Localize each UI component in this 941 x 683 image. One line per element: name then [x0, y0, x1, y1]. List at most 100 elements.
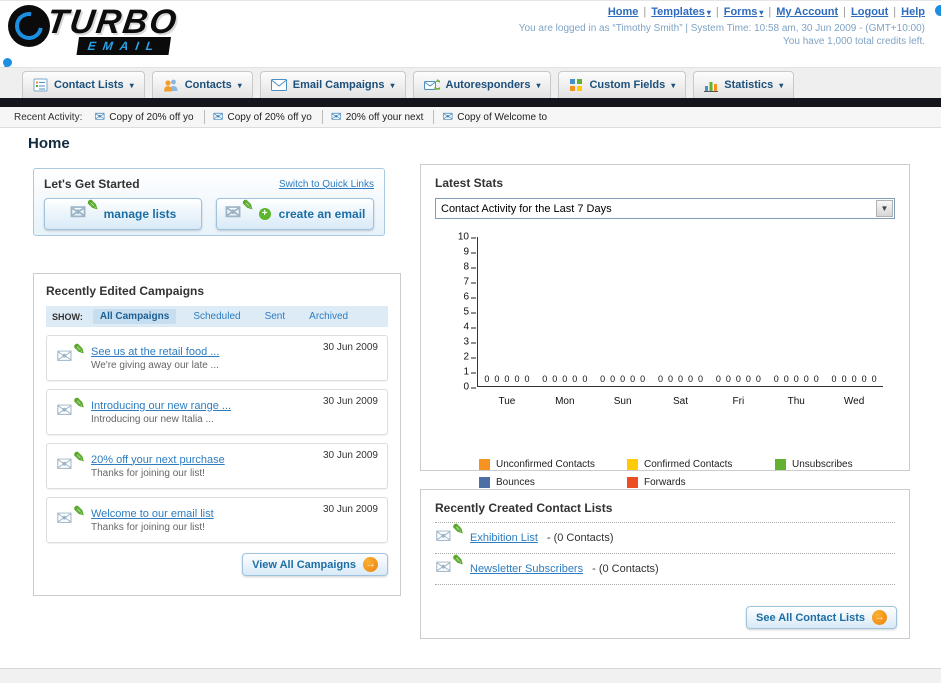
- tab-contact-lists[interactable]: Contact Lists ▾: [22, 71, 145, 98]
- recent-activity-item-label: Copy of Welcome to: [457, 111, 548, 123]
- tab-sent[interactable]: Sent: [258, 309, 293, 324]
- manage-lists-label: manage lists: [103, 207, 177, 221]
- chart-group: 0 0 0 0 0 Fri: [709, 237, 767, 407]
- chart-value: 0: [572, 374, 578, 384]
- tab-label: Custom Fields: [589, 79, 666, 91]
- main-nav-tabbar: Contact Lists ▾ Contacts ▾ Email Campaig…: [0, 67, 941, 98]
- chart-groups: 0 0 0 0 0 Tue 0 0 0 0 0 Mon 0 0 0 0 0 Sun 0 0 0 0 0 Sat 0 0 0 0 0 Fri…: [478, 237, 883, 407]
- nav-link-templates[interactable]: Templates ▾: [651, 6, 711, 18]
- campaign-title-link[interactable]: Welcome to our email list: [91, 508, 214, 520]
- envelope-icon: [331, 110, 342, 124]
- chart-value: 0: [803, 374, 809, 384]
- get-started-panel: Let's Get Started Switch to Quick Links …: [33, 168, 385, 236]
- switch-quick-links-link[interactable]: Switch to Quick Links: [279, 179, 374, 190]
- envelope-pencil-icon: [56, 503, 85, 531]
- chart-value: 0: [871, 374, 877, 384]
- contact-list-count: - (0 Contacts): [546, 532, 614, 544]
- contact-list-link[interactable]: Exhibition List: [470, 532, 538, 544]
- nav-link-home[interactable]: Home: [608, 6, 639, 18]
- nav-separator: |: [643, 6, 647, 18]
- envelope-icon: [442, 110, 453, 124]
- stats-period-select[interactable]: Contact Activity for the Last 7 Days ▼: [435, 198, 895, 219]
- nav-separator: |: [893, 6, 897, 18]
- campaign-title-link[interactable]: 20% off your next purchase: [91, 454, 225, 466]
- chart-value-labels: 00000: [825, 374, 883, 384]
- campaign-subtitle: Introducing our new Italia ...: [91, 413, 214, 425]
- legend-item: Unconfirmed Contacts: [479, 459, 627, 470]
- recent-activity-item[interactable]: Copy of 20% off yo: [94, 110, 205, 124]
- campaign-texts: 20% off your next purchase Thanks for jo…: [91, 454, 225, 479]
- credits-info-text: You have 1,000 total credits left.: [783, 36, 925, 47]
- nav-link-logout[interactable]: Logout: [851, 6, 888, 18]
- contact-list-link[interactable]: Newsletter Subscribers: [470, 563, 583, 575]
- tab-archived[interactable]: Archived: [302, 309, 355, 324]
- campaign-texts: Introducing our new range ... Introducin…: [91, 400, 231, 425]
- tab-custom-fields[interactable]: Custom Fields ▾: [558, 71, 687, 98]
- nav-link-my-account[interactable]: My Account: [776, 6, 838, 18]
- envelope-pencil-icon: [435, 521, 464, 549]
- chart-y-tick-label: 4: [463, 321, 476, 333]
- login-info-text: You are logged in as “Timothy Smith” | S…: [518, 23, 925, 34]
- legend-swatch: [479, 459, 490, 470]
- recent-activity-item[interactable]: Copy of Welcome to: [442, 110, 557, 124]
- see-all-contact-lists-label: See All Contact Lists: [755, 611, 865, 624]
- view-all-campaigns-button[interactable]: View All Campaigns: [242, 553, 388, 576]
- chart-value: 0: [813, 374, 819, 384]
- nav-link-label: Templates: [651, 6, 705, 18]
- chart-value: 0: [582, 374, 588, 384]
- chart-y-tick-label: 7: [463, 276, 476, 288]
- email-campaigns-icon: [270, 79, 287, 91]
- tab-email-campaigns[interactable]: Email Campaigns ▾: [259, 71, 406, 98]
- chart-value: 0: [783, 374, 789, 384]
- recent-activity-item[interactable]: 20% off your next: [331, 110, 435, 124]
- chart-value: 0: [524, 374, 530, 384]
- chevron-down-icon: ▾: [779, 80, 784, 90]
- tab-scheduled[interactable]: Scheduled: [186, 309, 247, 324]
- nav-separator: |: [768, 6, 772, 18]
- campaign-title-link[interactable]: Introducing our new range ...: [91, 400, 231, 412]
- chart-group: 0 0 0 0 0 Sun: [594, 237, 652, 407]
- legend-label: Unsubscribes: [792, 459, 853, 470]
- page-title: Home: [28, 135, 70, 152]
- campaign-date: 30 Jun 2009: [322, 396, 378, 407]
- chart-value: 0: [725, 374, 731, 384]
- chart-value: 0: [735, 374, 741, 384]
- show-label: SHOW:: [52, 311, 83, 322]
- chart-group: 0 0 0 0 0 Thu: [767, 237, 825, 407]
- chart-value-labels: 00000: [767, 374, 825, 384]
- chevron-down-icon: ▾: [759, 7, 764, 17]
- chart-category-label: Wed: [843, 396, 865, 407]
- tab-label: Statistics: [724, 79, 774, 91]
- manage-lists-button[interactable]: manage lists: [44, 197, 202, 230]
- create-email-button[interactable]: create an email: [216, 197, 374, 230]
- tab-all-campaigns[interactable]: All Campaigns: [92, 309, 177, 324]
- tab-contacts[interactable]: Contacts ▾: [151, 71, 253, 98]
- chart-group: 0 0 0 0 0 Sat: [652, 237, 710, 407]
- envelope-pencil-icon: [70, 197, 99, 225]
- chart-category-label: Mon: [555, 396, 575, 407]
- chevron-down-icon: ▾: [390, 80, 395, 90]
- tab-label: Contacts: [184, 79, 232, 91]
- chart-y-tick-label: 0: [463, 381, 476, 393]
- arrow-right-icon: [872, 610, 887, 625]
- chart-value: 0: [831, 374, 837, 384]
- chart-y-tick-label: 8: [463, 261, 476, 273]
- tab-autoresponders[interactable]: Autoresponders ▾: [412, 71, 552, 98]
- recent-activity-item-label: Copy of 20% off yo: [109, 111, 194, 123]
- chart-group: 0 0 0 0 0 Tue: [478, 237, 536, 407]
- chart-group: 0 0 0 0 0 Mon: [536, 237, 594, 407]
- recent-activity-item[interactable]: Copy of 20% off yo: [213, 110, 323, 124]
- nav-separator: |: [715, 6, 719, 18]
- chart-value: 0: [755, 374, 761, 384]
- nav-link-forms[interactable]: Forms ▾: [724, 6, 764, 18]
- dark-divider-bar: [0, 98, 941, 107]
- nav-link-help[interactable]: Help: [901, 6, 925, 18]
- tab-label: Contact Lists: [54, 79, 124, 91]
- legend-swatch: [775, 459, 786, 470]
- see-all-contact-lists-button[interactable]: See All Contact Lists: [745, 606, 897, 629]
- tab-statistics[interactable]: Statistics ▾: [693, 71, 795, 98]
- campaign-title-link[interactable]: See us at the retail food ...: [91, 346, 219, 358]
- main-content: Home Let's Get Started Switch to Quick L…: [0, 128, 941, 668]
- chart-category-label: Fri: [732, 396, 745, 407]
- chart-y-tick-label: 6: [463, 291, 476, 303]
